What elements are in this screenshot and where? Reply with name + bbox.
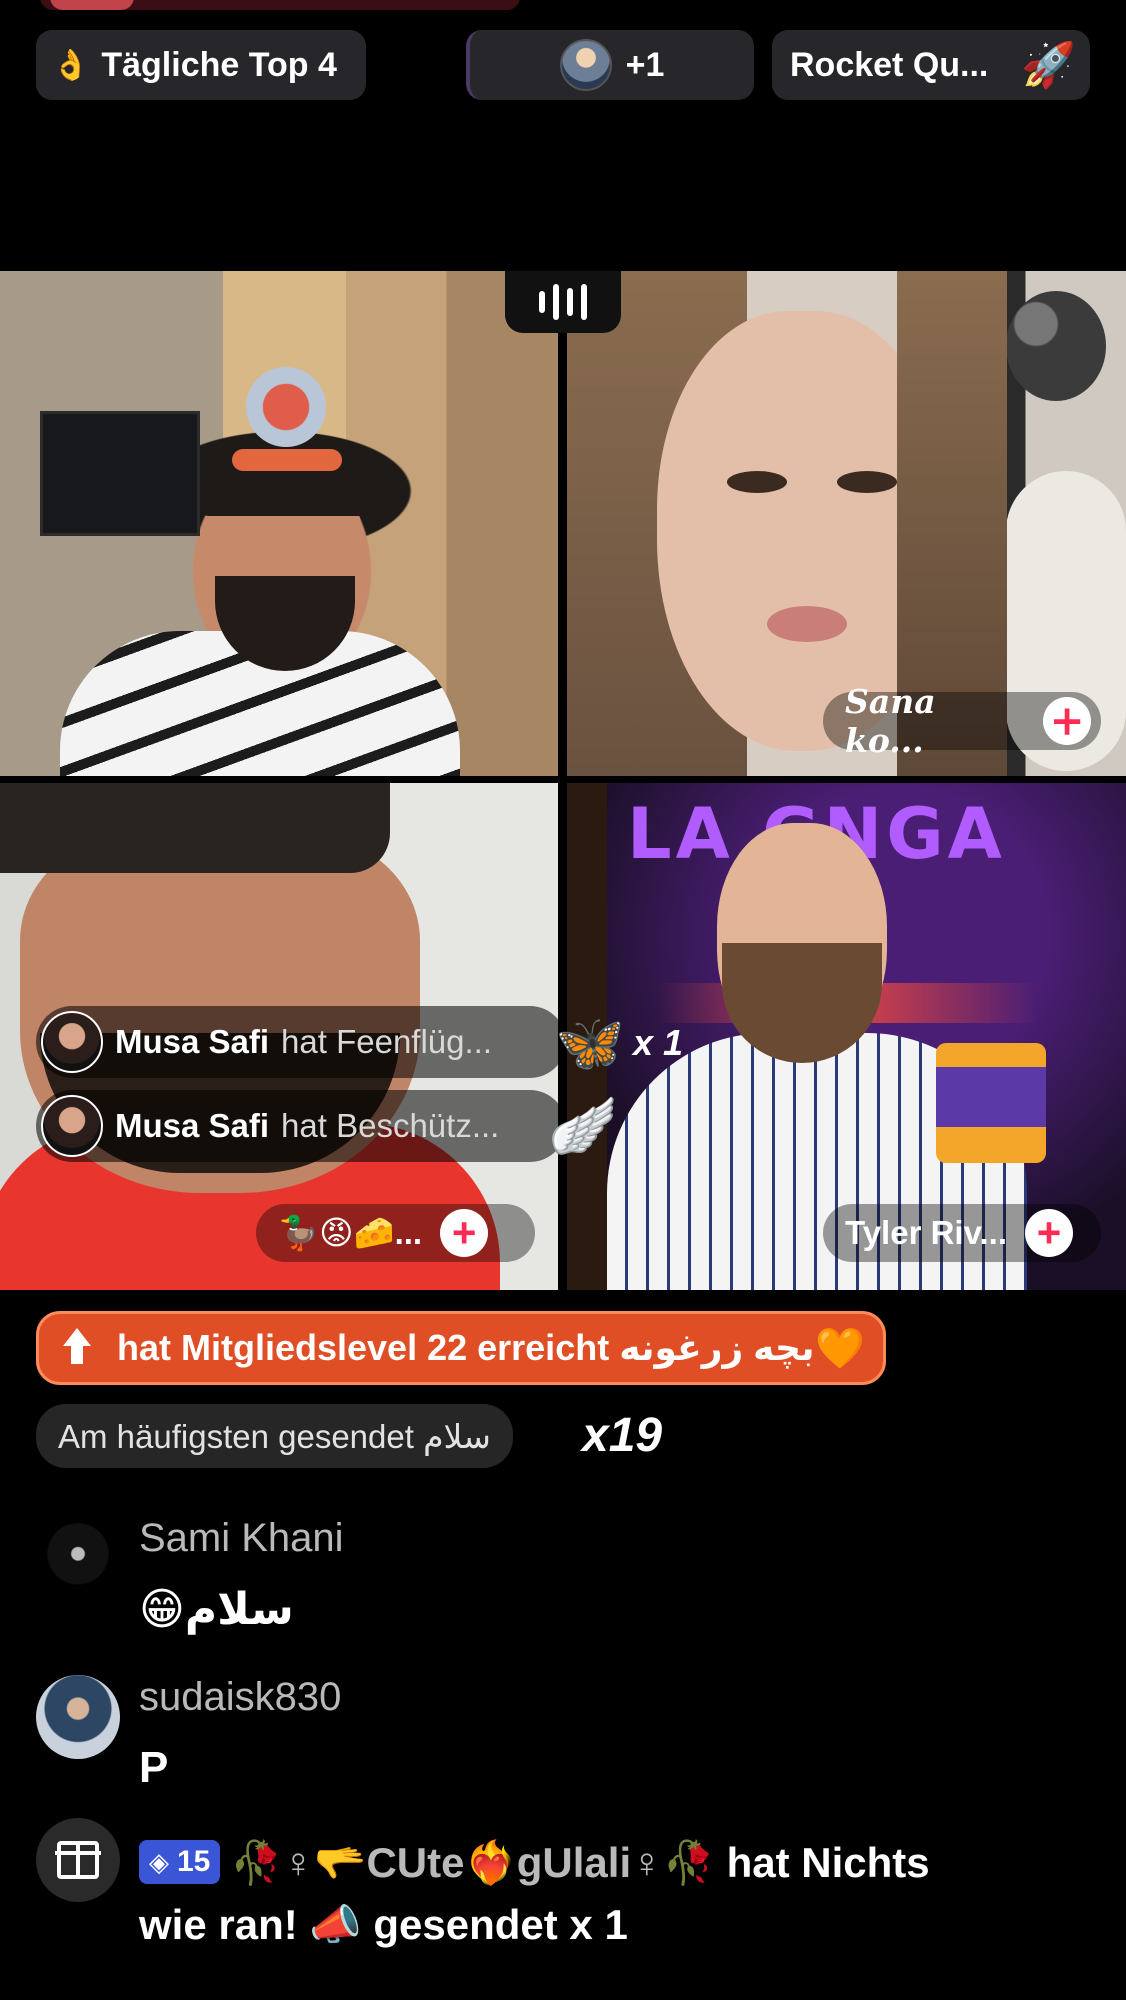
gift-notification: Musa Safi hat Feenflüg... [36,1006,566,1078]
guest-name-tag-emoji[interactable]: 🦆😡🧀... + [256,1204,535,1262]
level-badge-number: 15 [177,1845,211,1878]
audio-bar [581,284,587,320]
audio-indicator[interactable] [505,271,621,333]
level-up-banner: hat Mitgliedslevel 22 erreicht بچه زرغون… [36,1311,886,1385]
audio-bar [553,284,559,320]
guest-lips [767,606,847,642]
guest-name-tag-sana[interactable]: Sana ko... + [823,682,1101,760]
avatar [41,1095,103,1157]
diamond-icon: ◈ [149,1847,169,1877]
follow-plus-icon[interactable]: + [440,1209,489,1257]
gift-text-2: wie ran! [139,1901,298,1948]
rocket-quest-button[interactable]: Rocket Qu... 🚀 [772,30,1090,100]
guest-name-tag-tyler[interactable]: Tyler Riv... + [823,1204,1101,1262]
pop-out-sticker [936,1043,1046,1163]
gift-count: x 1 [633,1022,684,1063]
balloons-background [1006,291,1106,401]
guest-name: Sana ko... [845,682,936,760]
comment-username[interactable]: sudaisk830 [139,1675,341,1720]
most-sent-label: Am häufigsten gesendet سلام [58,1417,491,1455]
gift-sender: Musa Safi [115,1107,270,1144]
gift-message-body: ◈ 15 🥀♀🫳CUte❤️‍🔥gUlali♀🥀 hat Nichts wie ra… [139,1832,1099,1956]
rocket-icon: 🚀 [1021,41,1076,90]
video-tile-host[interactable] [0,271,558,776]
gift-box-icon [36,1818,120,1902]
guest-name: 🦆😡🧀... [278,1214,423,1251]
level-up-arrow-icon [57,1328,97,1368]
butterfly-wings-gift-icon: 🦋 [555,1011,625,1074]
comment-username[interactable]: Sami Khani [139,1516,344,1561]
guest-cap [0,783,390,873]
megaphone-gift-icon: 📣 [309,1901,362,1948]
level-badge[interactable]: ◈ 15 [139,1840,221,1884]
audio-bar [539,291,545,313]
avatar [41,1011,103,1073]
rocket-quest-label: Rocket Qu... [790,45,989,84]
tv-background [40,411,200,536]
top-banner-remnant [40,0,520,10]
fan-club-badge [232,449,342,471]
audio-bar [567,288,573,316]
gift-sender: Musa Safi [115,1023,270,1060]
most-sent-count: x19 [582,1409,663,1462]
avatar[interactable] [36,1675,120,1759]
guest-eye [727,471,787,493]
gift-action: hat Beschütz... [281,1107,500,1144]
comment-text: P [139,1743,169,1792]
gift-text-1: hat Nichts [726,1839,930,1886]
follow-plus-icon[interactable]: + [1043,697,1091,745]
fan-club-mask-icon [246,367,326,447]
daily-top-label: Tägliche Top 4 [101,45,337,84]
gift-notification: Musa Safi hat Beschütz... [36,1090,566,1162]
angel-wings-gift-icon: 🪽 [548,1094,618,1157]
level-up-text: hat Mitgliedslevel 22 erreicht بچه زرغون… [117,1327,815,1368]
follow-plus-icon[interactable]: + [1025,1209,1074,1257]
guests-button[interactable]: +1 [466,30,754,100]
guest-eye [837,471,897,493]
flame-hand-icon: 👌 [52,48,90,82]
gift-text-3: gesendet x 1 [373,1901,628,1948]
comment-text: 😁سلام [139,1585,294,1634]
guest-avatar [559,39,612,91]
daily-top-button[interactable]: 👌 Tägliche Top 4 [36,30,366,100]
most-sent-pill[interactable]: Am häufigsten gesendet سلام [36,1404,513,1468]
avatar[interactable] [36,1516,120,1600]
guest-name: Tyler Riv... [845,1214,1008,1251]
guests-count: +1 [625,45,665,84]
heart-icon: 🧡 [815,1326,865,1371]
top-banner-avatar [50,0,134,10]
gift-sender-name[interactable]: 🥀♀🫳CUte❤️‍🔥gUlali♀🥀 [230,1839,715,1886]
gift-action: hat Feenflüg... [281,1023,493,1060]
